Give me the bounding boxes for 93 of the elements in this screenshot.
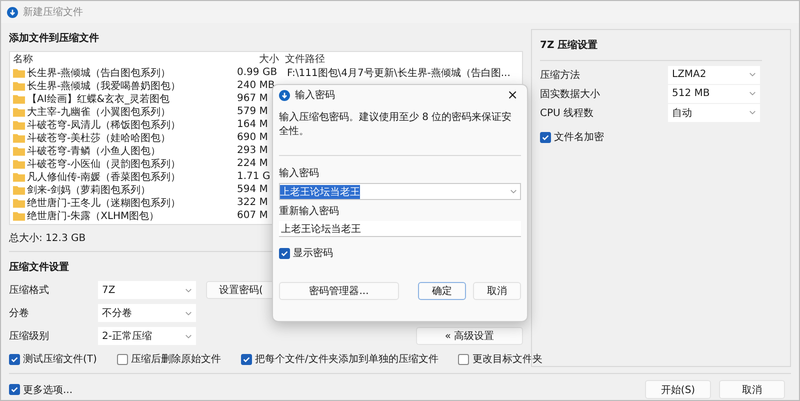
password-manager-button[interactable]: 密码管理器... <box>279 282 399 300</box>
dialog-message: 输入压缩包密码。建议使用至少 8 位的密码来保证安全性。 <box>279 110 513 139</box>
column-header[interactable]: 文件路径 <box>281 52 325 66</box>
file-size: 164 M <box>237 119 268 130</box>
checkbox-label: 把每个文件/文件夹添加到单独的压缩文件 <box>254 352 438 366</box>
file-name[interactable]: 绝世唐门-王冬儿（迷糊图包系列） <box>27 196 181 210</box>
file-name[interactable]: 凡人修仙传-南媛（香菜图包系列） <box>27 170 181 184</box>
checkbox-label: 更改目标文件夹 <box>472 352 542 366</box>
checkbox[interactable] <box>540 132 551 142</box>
caret-icon <box>749 72 756 77</box>
confirm-password-field[interactable]: 上老王论坛当老王 <box>279 221 521 237</box>
folder-icon <box>13 184 25 194</box>
section-heading: 7Z 压缩设置 <box>540 38 599 53</box>
checkbox-label: 测试压缩文件(T) <box>23 352 97 366</box>
folder-icon <box>13 172 25 182</box>
caret-icon <box>510 189 517 194</box>
dropdown[interactable]: 不分卷 <box>98 304 196 322</box>
folder-icon <box>13 210 25 220</box>
section-heading: 压缩文件设置 <box>9 260 70 275</box>
app-icon <box>279 90 290 100</box>
caret-icon <box>749 91 756 96</box>
cancel-button[interactable]: 取消 <box>719 380 785 399</box>
dropdown[interactable]: 2-正常压缩 <box>98 327 196 345</box>
field-label: 压缩格式 <box>9 284 50 297</box>
file-name[interactable]: 斗破苍穹-小医仙（灵韵图包系列） <box>27 156 181 170</box>
caret-icon <box>185 288 192 292</box>
field-label: 重新输入密码 <box>279 204 340 219</box>
file-size: 293 M <box>237 145 268 156</box>
file-name[interactable]: 长生界-燕倾城（告白图包系列） <box>27 66 171 80</box>
start-button[interactable]: 开始(S) <box>645 380 711 399</box>
file-size: 579 M <box>237 106 268 117</box>
file-size: 690 M <box>237 132 268 143</box>
folder-icon <box>13 198 25 208</box>
caret-icon <box>749 110 756 115</box>
dropdown[interactable]: LZMA2 <box>668 66 760 84</box>
file-size: 240 MB <box>237 80 275 91</box>
file-name[interactable]: 【AI绘画】红蝶&玄衣_灵若图包 <box>27 92 170 106</box>
total-size: 总大小: 12.3 GB <box>9 232 86 246</box>
folder-icon <box>13 94 25 104</box>
checkbox-label: 压缩后删除原始文件 <box>130 352 221 366</box>
file-size: 607 M <box>237 210 268 221</box>
caret-icon <box>185 334 192 338</box>
file-size: 0.99 GB <box>237 67 278 78</box>
file-name[interactable]: 长生界-燕倾城（我爱喝兽奶图包） <box>27 78 181 92</box>
field-label: 分卷 <box>9 307 30 320</box>
folder-icon <box>13 80 25 90</box>
file-name[interactable]: 斗破苍穹-青鳞（小鱼人图包） <box>27 144 161 158</box>
checkbox[interactable] <box>458 354 470 364</box>
folder-icon <box>13 146 25 156</box>
file-path: F:\111图包\4月7号更新\长生界-燕倾城（告白图... <box>287 68 510 78</box>
file-name[interactable]: 剑来-剑妈（萝莉图包系列） <box>27 182 151 196</box>
checkbox[interactable] <box>116 354 128 364</box>
caret-icon <box>185 310 192 316</box>
field-label: 固实数据大小 <box>540 88 601 100</box>
folder-icon <box>13 132 25 142</box>
window-title: 新建压缩文件 <box>23 6 83 19</box>
dropdown[interactable]: 7Z <box>98 281 196 299</box>
folder-icon <box>13 68 25 78</box>
folder-icon <box>13 120 25 130</box>
file-size: 967 M <box>237 93 268 104</box>
checkbox-label: 显示密码 <box>293 246 333 260</box>
column-header[interactable]: 大小 <box>235 52 281 66</box>
file-name[interactable]: 大主宰-九幽雀（小翼图包系列） <box>27 104 171 118</box>
field-label: CPU 线程数 <box>540 106 595 120</box>
file-name[interactable]: 绝世唐门-朱露（XLHM图包） <box>27 208 160 222</box>
advanced-settings-button[interactable]: « 高级设置 <box>416 327 523 345</box>
cancel-button[interactable]: 取消 <box>473 282 521 300</box>
file-size: 224 M <box>237 158 268 169</box>
checkbox-label: 文件名加密 <box>554 130 604 144</box>
field-label: 输入密码 <box>279 166 320 181</box>
ok-button[interactable]: 确定 <box>418 282 466 300</box>
checkbox[interactable] <box>9 354 20 364</box>
file-size: 1.71 G <box>237 171 270 182</box>
column-header[interactable]: 名称 <box>10 52 235 66</box>
dropdown[interactable]: 自动 <box>668 104 760 122</box>
folder-icon <box>13 158 25 168</box>
checkbox[interactable] <box>279 248 290 258</box>
dialog-title: 输入密码 <box>295 88 335 102</box>
field-label: 压缩级别 <box>9 330 50 343</box>
file-name[interactable]: 斗破苍穹-美杜莎（娃哈哈图包） <box>27 130 171 144</box>
close-button[interactable]: × <box>504 88 521 102</box>
dropdown[interactable]: 512 MB <box>668 84 760 102</box>
file-size: 594 M <box>237 184 268 195</box>
folder-icon <box>13 106 25 116</box>
app-icon <box>7 6 18 18</box>
checkbox-label: 更多选项... <box>23 384 73 396</box>
checkbox[interactable] <box>240 354 252 364</box>
password-field[interactable]: 上老王论坛当老王 <box>279 183 521 200</box>
file-name[interactable]: 斗破苍穹-凤清儿（稀饭图包系列） <box>27 118 181 132</box>
section-heading: 添加文件到压缩文件 <box>9 32 100 46</box>
field-label: 压缩方法 <box>540 68 581 82</box>
checkbox[interactable] <box>9 384 20 395</box>
file-size: 322 M <box>237 197 268 208</box>
